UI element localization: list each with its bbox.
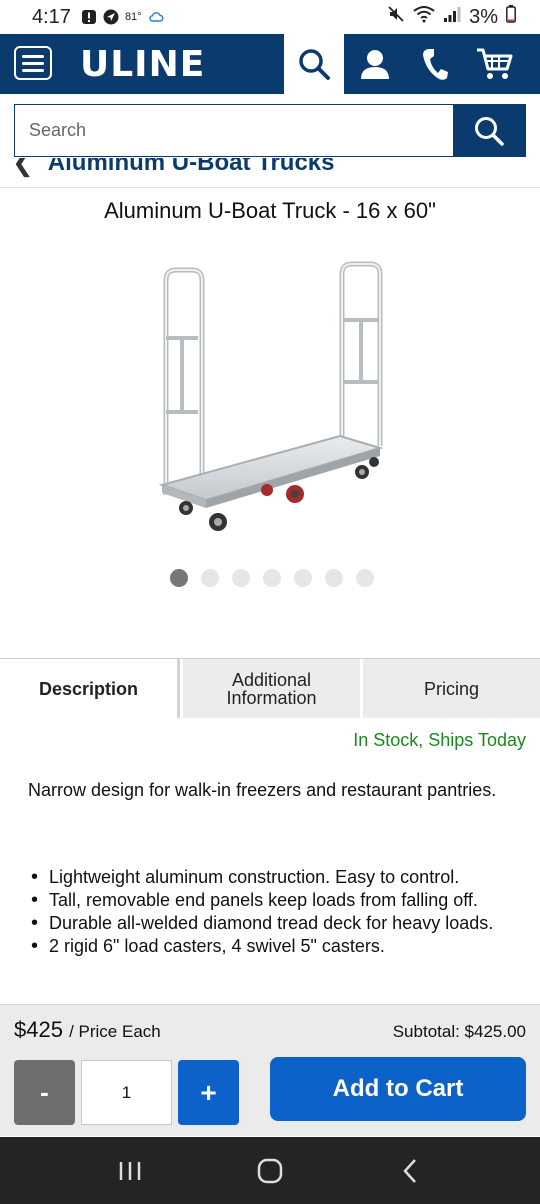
add-to-cart-button[interactable]: Add to Cart	[270, 1057, 526, 1121]
header-search-button[interactable]	[284, 34, 344, 94]
product-image[interactable]	[130, 250, 410, 540]
feature-item: Durable all-welded diamond tread deck fo…	[28, 912, 520, 934]
tab-additional-information[interactable]: Additional Information	[180, 659, 360, 718]
cart-icon	[477, 48, 513, 79]
tab-description[interactable]: Description	[0, 659, 180, 718]
navigation-app-icon	[103, 9, 119, 25]
chevron-left-icon: ❮	[12, 158, 34, 177]
carousel-dot[interactable]	[201, 569, 219, 587]
cloud-icon	[148, 9, 164, 25]
search-submit-button[interactable]	[453, 105, 525, 156]
system-nav-bar	[0, 1137, 540, 1204]
uline-logo[interactable]: ULINE	[80, 44, 205, 85]
subtotal: Subtotal: $425.00	[392, 1022, 526, 1041]
site-header: ULINE	[0, 34, 540, 94]
feature-item: 2 rigid 6" load casters, 4 swivel 5" cas…	[28, 935, 520, 957]
quantity-increase-button[interactable]: +	[178, 1060, 239, 1125]
alert-icon	[81, 9, 97, 25]
purchase-bar: $425 / Price Each Subtotal: $425.00 - 1 …	[0, 1004, 540, 1136]
cart-button[interactable]	[465, 34, 525, 94]
product-description: Narrow design for walk-in freezers and r…	[28, 780, 497, 800]
home-button[interactable]	[240, 1151, 300, 1191]
tab-additional-information-label: Additional Information	[226, 669, 317, 708]
battery-percent: 3%	[469, 5, 498, 28]
search-input[interactable]	[15, 105, 453, 156]
account-icon	[361, 50, 389, 79]
product-tabs: Description Additional Information Prici…	[0, 658, 540, 718]
search-icon	[475, 116, 504, 146]
tab-pricing[interactable]: Pricing	[360, 659, 540, 718]
search-icon	[299, 49, 330, 80]
recent-apps-button[interactable]	[100, 1151, 160, 1191]
quantity-input[interactable]: 1	[81, 1060, 172, 1125]
back-button[interactable]	[380, 1151, 440, 1191]
price-value: $425	[14, 1017, 63, 1042]
account-button[interactable]	[345, 34, 405, 94]
status-temperature: 81°	[124, 11, 142, 23]
carousel-dot[interactable]	[170, 569, 188, 587]
battery-icon	[506, 5, 516, 29]
stock-status: In Stock, Ships Today	[353, 730, 526, 750]
feature-item: Lightweight aluminum construction. Easy …	[28, 866, 520, 888]
feature-item: Tall, removable end panels keep loads fr…	[28, 889, 520, 911]
feature-list: Lightweight aluminum construction. Easy …	[28, 866, 520, 958]
breadcrumb-link[interactable]: ❮ Aluminum U-Boat Trucks	[12, 158, 335, 178]
carousel-dot[interactable]	[356, 569, 374, 587]
breadcrumb: ❮ Aluminum U-Boat Trucks	[0, 158, 540, 188]
mute-icon	[387, 5, 405, 29]
image-carousel-dots	[0, 569, 540, 587]
menu-icon	[22, 54, 44, 58]
carousel-dot[interactable]	[294, 569, 312, 587]
carousel-dot[interactable]	[232, 569, 250, 587]
menu-button[interactable]	[14, 46, 52, 80]
price-each: $425 / Price Each	[14, 1017, 161, 1043]
carousel-dot[interactable]	[325, 569, 343, 587]
wifi-icon	[413, 5, 435, 29]
search-bar	[14, 104, 526, 157]
back-icon	[403, 1158, 416, 1183]
phone-icon	[423, 49, 448, 80]
recent-apps-icon	[119, 1161, 141, 1180]
status-time: 4:17	[32, 5, 71, 28]
product-title: Aluminum U-Boat Truck - 16 x 60"	[104, 198, 436, 223]
price-unit: / Price Each	[69, 1022, 161, 1041]
breadcrumb-label: Aluminum U-Boat Trucks	[47, 158, 335, 176]
phone-button[interactable]	[405, 34, 465, 94]
status-bar: 4:17 81° 3%	[0, 0, 540, 34]
status-right: 3%	[387, 5, 516, 29]
carousel-dot[interactable]	[263, 569, 281, 587]
signal-icon	[443, 5, 461, 29]
home-icon	[257, 1158, 283, 1183]
quantity-decrease-button[interactable]: -	[14, 1060, 75, 1125]
